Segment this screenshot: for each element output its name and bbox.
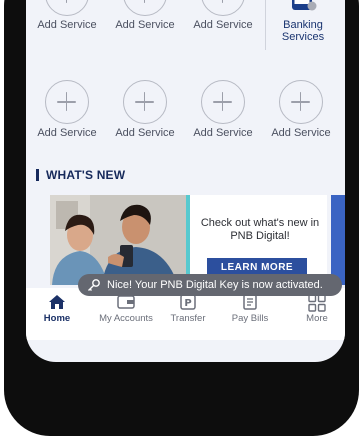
add-service-button[interactable]: Add Service [106,0,184,50]
toast-message: Nice! Your PNB Digital Key is now activa… [107,279,323,291]
grid-icon [308,294,326,312]
service-label: Add Service [271,127,331,139]
service-label: Add Service [37,19,97,31]
service-label: Add Service [115,127,175,139]
nav-label: Transfer [170,313,206,324]
service-label: Add Service [37,127,97,139]
nav-label: More [306,313,328,324]
next-promo-card[interactable] [331,195,345,285]
banking-services-button[interactable]: Banking Services [264,0,342,50]
services-row-2: Add Service Add Service Add Service Add … [26,68,345,158]
bills-icon [243,294,257,310]
add-service-button[interactable]: Add Service [28,68,106,158]
plus-icon [45,0,89,16]
plus-icon [45,80,89,124]
add-service-button[interactable]: Add Service [106,68,184,158]
promo-banner[interactable]: Check out what's new in PNB Digital! LEA… [50,195,327,285]
nav-label: Home [43,313,71,324]
nav-label: Pay Bills [231,313,269,324]
service-label: Add Service [193,19,253,31]
transfer-icon: P [180,294,196,310]
home-icon [49,295,65,309]
plus-icon [123,0,167,16]
svg-text:P: P [184,298,191,309]
app-screen: Add Service Add Service Add Service Bank… [26,0,345,362]
nav-label: My Accounts [99,313,153,324]
service-label: Banking Services [281,19,325,43]
plus-icon [201,0,245,16]
accounts-icon [117,295,135,309]
service-label: Add Service [115,19,175,31]
add-service-button[interactable]: Add Service [184,68,262,158]
plus-icon [123,80,167,124]
toast-notification: Nice! Your PNB Digital Key is now activa… [78,274,342,296]
add-service-button[interactable]: Add Service [184,0,262,50]
whats-new-title: WHAT'S NEW [46,168,126,182]
nav-home[interactable]: Home [34,288,80,340]
bank-phone-icon [292,0,317,11]
services-row-1: Add Service Add Service Add Service Bank… [26,0,345,50]
service-label: Add Service [193,127,253,139]
banner-text: Check out what's new in PNB Digital! [200,217,320,242]
couple-photo [50,195,186,285]
plus-icon [279,80,323,124]
plus-icon [201,80,245,124]
heading-accent-bar [36,169,39,181]
banner-accent-stripe [186,195,190,285]
add-service-button[interactable]: Add Service [262,68,340,158]
key-icon [88,279,100,291]
phone-frame: Add Service Add Service Add Service Bank… [4,0,359,436]
add-service-button[interactable]: Add Service [28,0,106,50]
whats-new-heading: WHAT'S NEW [36,168,125,182]
